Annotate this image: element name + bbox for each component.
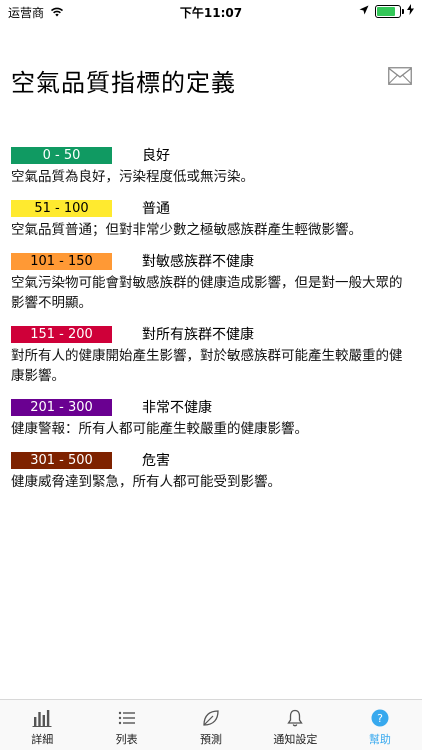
aqi-level-description: 對所有人的健康開始產生影響，對於敏感族群可能產生較嚴重的健康影響。 [11,348,403,384]
leaf-icon [202,708,220,728]
status-right [359,4,414,18]
bar-chart-icon [32,708,52,728]
tab-bar: 詳細 列表 預測 通知設定? 幫助 [0,699,422,750]
tab-list[interactable]: 列表 [84,700,168,750]
aqi-level-item: 0 - 50 良好空氣品質為良好，污染程度低或無污染。 [11,146,411,187]
aqi-level-description: 健康警報：所有人都可能產生較嚴重的健康影響。 [11,421,308,437]
tab-label: 列表 [115,733,138,746]
list-icon [118,708,136,728]
aqi-level-header: 201 - 300 非常不健康 [11,398,411,416]
aqi-level-name: 對所有族群不健康 [142,327,254,343]
aqi-level-header: 101 - 150 對敏感族群不健康 [11,252,411,270]
aqi-level-name: 非常不健康 [142,400,212,416]
location-arrow-icon [359,4,369,18]
tab-leaf[interactable]: 預測 [169,700,253,750]
aqi-level-description: 健康威脅達到緊急，所有人都可能受到影響。 [11,474,281,490]
aqi-range-badge: 51 - 100 [11,199,112,217]
aqi-level-item: 51 - 100 普通空氣品質普通；但對非常少數之極敏感族群產生輕微影響。 [11,199,411,240]
tab-bar-chart[interactable]: 詳細 [0,700,84,750]
aqi-level-header: 151 - 200 對所有族群不健康 [11,325,411,343]
aqi-range-badge: 151 - 200 [11,325,112,343]
aqi-level-name: 普通 [142,201,170,217]
aqi-level-item: 201 - 300 非常不健康健康警報：所有人都可能產生較嚴重的健康影響。 [11,398,411,439]
aqi-range-badge: 101 - 150 [11,252,112,270]
help-icon: ? [371,708,389,728]
aqi-level-name: 危害 [142,453,170,469]
aqi-range-badge: 301 - 500 [11,451,112,469]
battery-cap [402,8,404,14]
aqi-level-header: 0 - 50 良好 [11,146,411,164]
aqi-level-name: 良好 [142,148,170,164]
aqi-level-name: 對敏感族群不健康 [142,254,254,270]
tab-label: 預測 [200,733,223,746]
aqi-level-item: 101 - 150 對敏感族群不健康空氣污染物可能會對敏感族群的健康造成影響，但是… [11,252,411,313]
aqi-level-item: 151 - 200 對所有族群不健康對所有人的健康開始產生影響，對於敏感族群可能產… [11,325,411,386]
tab-label: 幫助 [368,733,391,746]
page-title: 空氣品質指標的定義 [11,69,236,97]
battery-icon [375,4,404,18]
mail-icon [388,67,412,85]
aqi-level-description: 空氣品質普通；但對非常少數之極敏感族群產生輕微影響。 [11,222,362,238]
battery-fill [377,6,395,16]
aqi-range-badge: 201 - 300 [11,398,112,416]
bell-icon [287,708,304,728]
aqi-level-header: 51 - 100 普通 [11,199,411,217]
svg-text:?: ? [377,712,383,725]
status-bar: 运营商 下午11:07 [0,0,422,24]
aqi-range-badge: 0 - 50 [11,146,112,164]
mail-button[interactable] [388,66,412,86]
tab-label: 詳細 [31,733,54,746]
tab-label: 通知設定 [273,733,318,746]
aqi-level-description: 空氣污染物可能會對敏感族群的健康造成影響，但是對一般大眾的影響不明顯。 [11,275,403,311]
aqi-level-item: 301 - 500 危害健康威脅達到緊急，所有人都可能受到影響。 [11,451,411,492]
tab-help[interactable]: ? 幫助 [338,700,422,750]
charging-icon [407,4,414,18]
aqi-level-description: 空氣品質為良好，污染程度低或無污染。 [11,169,254,185]
tab-bell[interactable]: 通知設定 [253,700,337,750]
aqi-definition-list: 0 - 50 良好 空氣品質為良好，污染程度低或無污染。 51 - 100 普通 空氣品質… [11,146,411,504]
aqi-level-header: 301 - 500 危害 [11,451,411,469]
